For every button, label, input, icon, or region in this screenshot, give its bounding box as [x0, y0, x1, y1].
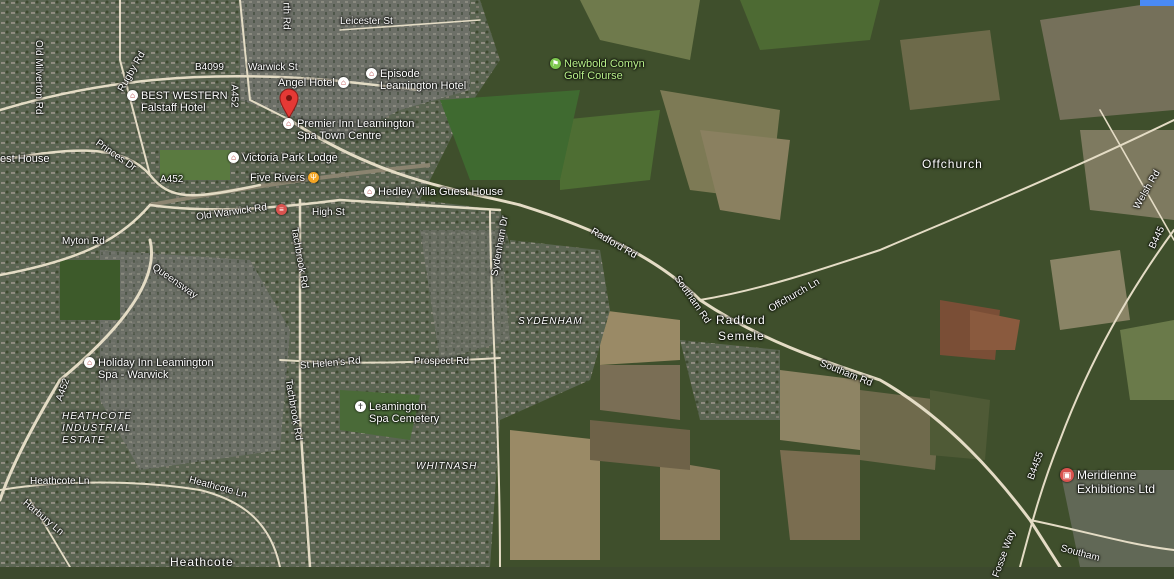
rail-station[interactable]: ≡ — [276, 204, 287, 215]
place-label-semele: Semele — [718, 329, 765, 343]
poi-victoria-park-lodge[interactable]: ⌂ Victoria Park Lodge — [228, 152, 338, 164]
place-label-heathcote: Heathcote — [170, 555, 234, 569]
area-label-heathcote-2: INDUSTRIAL — [62, 423, 132, 434]
hotel-icon: ⌂ — [127, 90, 138, 101]
poi-episode-hotel[interactable]: ⌂ Episode Leamington Hotel — [366, 68, 466, 92]
restaurant-icon: Ψ — [308, 172, 320, 183]
road-label: Prospect Rd — [414, 356, 470, 367]
poi-label: Golf Course — [564, 70, 623, 82]
poi-best-western[interactable]: ⌂ BEST WESTERN Falstaff Hotel — [127, 90, 228, 114]
cemetery-icon: ✝ — [355, 401, 366, 412]
area-label-heathcote-1: HEATHCOTE — [62, 411, 132, 422]
poi-cemetery[interactable]: ✝ Leamington Spa Cemetery — [355, 401, 439, 425]
poi-label: Episode — [380, 68, 420, 80]
road-label: High St — [312, 207, 345, 218]
hotel-icon: ⌂ — [228, 152, 239, 163]
venue-icon: ▣ — [1060, 468, 1074, 482]
area-label-whitnash: WHITNASH — [416, 461, 478, 472]
poi-label: Falstaff Hotel — [141, 102, 206, 114]
road-label: B4099 — [195, 62, 224, 73]
poi-label: Exhibitions Ltd — [1077, 482, 1156, 496]
road-label: Leicester St — [340, 16, 393, 27]
hotel-icon: ⌂ — [283, 118, 294, 129]
poi-label: est House — [0, 153, 50, 165]
poi-label: Victoria Park Lodge — [242, 152, 338, 164]
road-label: Old Milverton Rd — [33, 40, 44, 115]
poi-hedley-villa[interactable]: ⌂ Hedley Villa Guest House — [364, 186, 503, 198]
poi-label: Spa - Warwick — [98, 369, 169, 381]
poi-angel-hotel[interactable]: Angel Hotel ⌂ — [278, 77, 349, 89]
poi-label: Spa Town Centre — [297, 130, 382, 142]
poi-newbold-comyn[interactable]: ⚑ Newbold Comyn Golf Course — [550, 58, 645, 82]
road-label: Warwick St — [248, 62, 298, 73]
hotel-icon: ⌂ — [84, 357, 95, 368]
poi-guest-house[interactable]: est House — [0, 153, 50, 165]
hotel-icon: ⌂ — [364, 186, 375, 197]
poi-holiday-inn[interactable]: ⌂ Holiday Inn Leamington Spa - Warwick — [84, 357, 214, 381]
place-label-radford: Radford — [716, 313, 766, 327]
poi-label: Meridienne — [1077, 468, 1137, 482]
poi-meridienne[interactable]: ▣ Meridienne Exhibitions Ltd — [1060, 468, 1155, 496]
hotel-icon: ⌂ — [337, 77, 349, 88]
poi-label: Newbold Comyn — [564, 58, 645, 70]
poi-label: Spa Cemetery — [369, 413, 440, 425]
poi-label: Premier Inn Leamington — [297, 118, 415, 130]
poi-label: Hedley Villa Guest House — [378, 186, 504, 198]
poi-label: BEST WESTERN — [141, 90, 228, 102]
rail-icon: ≡ — [276, 204, 287, 215]
hotel-icon: ⌂ — [366, 68, 377, 79]
road-label: A452 — [228, 84, 240, 108]
road-label: Heathcote Ln — [30, 476, 90, 487]
place-label-offchurch: Offchurch — [922, 157, 983, 171]
road-label: Myton Rd — [62, 236, 105, 247]
area-label-heathcote-3: ESTATE — [62, 435, 106, 446]
corner-tab — [1140, 0, 1174, 6]
poi-label: Five Rivers — [250, 172, 306, 184]
poi-five-rivers[interactable]: Five Rivers Ψ — [250, 172, 320, 184]
poi-premier-inn[interactable]: ⌂ Premier Inn Leamington Spa Town Centre — [283, 118, 414, 142]
poi-label: Angel Hotel — [278, 77, 335, 89]
poi-label: Leamington — [369, 401, 427, 413]
road-label: rth Rd — [280, 2, 292, 30]
poi-label: Leamington Hotel — [380, 80, 467, 92]
golf-icon: ⚑ — [550, 58, 561, 69]
road-label: A452 — [160, 174, 184, 185]
poi-label: Holiday Inn Leamington — [98, 357, 214, 369]
area-label-sydenham: SYDENHAM — [518, 316, 583, 327]
